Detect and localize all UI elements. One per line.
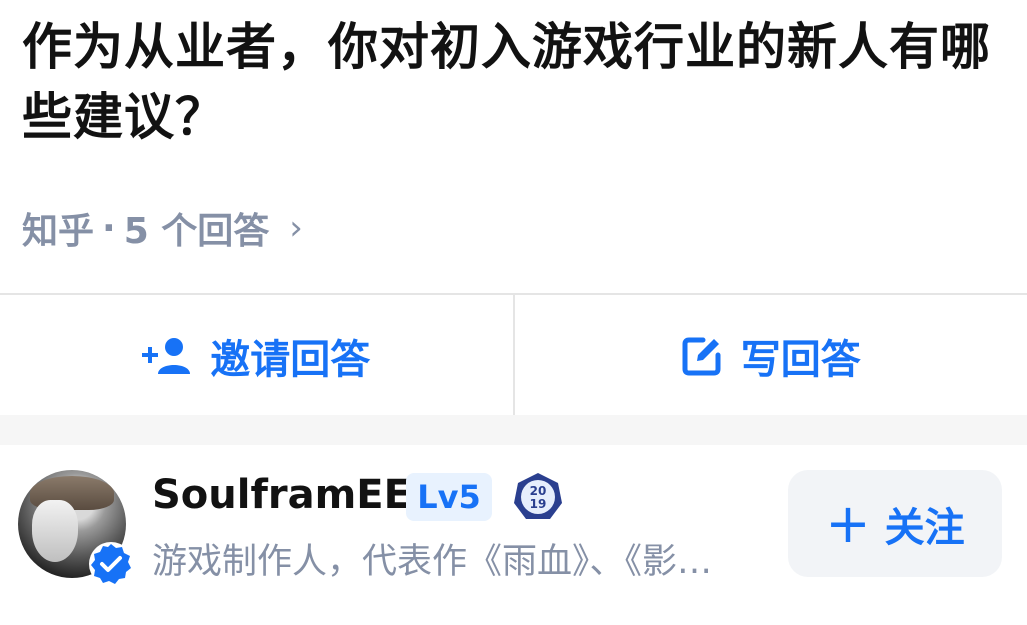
anniversary-badge-icon: 20 19 xyxy=(512,471,564,523)
follow-label: 关注 xyxy=(884,504,965,551)
author-name[interactable]: SoulframEE xyxy=(152,472,411,518)
source-label: 知乎 xyxy=(22,211,95,252)
verified-check-icon xyxy=(87,540,135,588)
follow-button[interactable]: + 关注 xyxy=(788,470,1002,577)
avatar-hair-shape xyxy=(32,500,78,562)
question-meta[interactable]: 知乎 · 5 个回答 › xyxy=(22,202,303,254)
author-description: 游戏制作人，代表作《雨血》、《影… xyxy=(152,542,713,582)
action-bar: 邀请回答 写回答 xyxy=(0,293,1027,416)
level-badge: Lv5 xyxy=(406,473,492,521)
answer-author-header: SoulframEE Lv5 20 19 游戏制作人，代表作《雨血》、《影… +… xyxy=(0,445,1027,625)
badge-year-top: 20 xyxy=(530,484,547,498)
chevron-right-icon: › xyxy=(289,208,303,248)
badge-year-bottom: 19 xyxy=(530,497,547,511)
question-title: 作为从业者，你对初入游戏行业的新人有哪些建议？ xyxy=(22,18,991,146)
write-answer-button[interactable]: 写回答 xyxy=(515,295,1027,416)
edit-icon xyxy=(681,335,723,377)
section-divider xyxy=(0,415,1027,445)
meta-separator: · xyxy=(102,207,116,249)
invite-answer-button[interactable]: 邀请回答 xyxy=(0,295,515,416)
plus-icon: + xyxy=(825,491,871,555)
write-answer-label: 写回答 xyxy=(740,336,861,383)
add-user-icon xyxy=(142,336,192,376)
invite-answer-label: 邀请回答 xyxy=(210,336,371,383)
answer-count: 5 个回答 xyxy=(123,211,270,252)
